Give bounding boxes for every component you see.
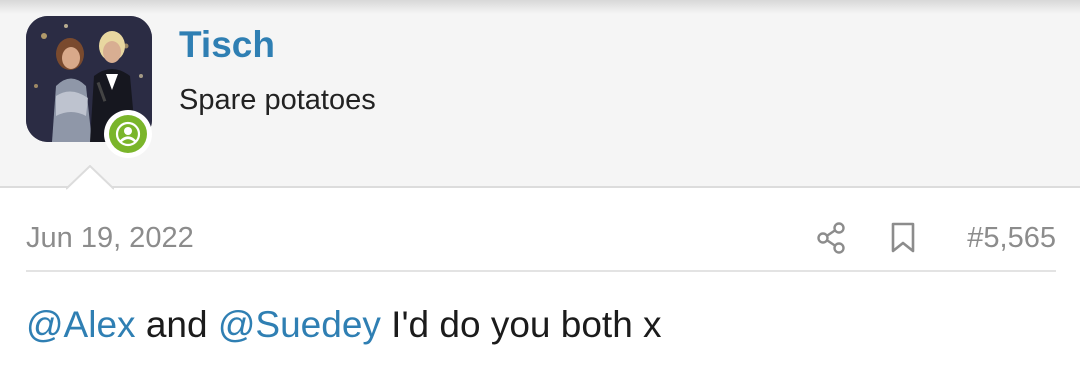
online-status-user-icon	[115, 121, 141, 147]
message-text: and	[135, 304, 218, 345]
bookmark-icon	[891, 222, 915, 253]
share-button[interactable]	[814, 220, 848, 256]
user-header: Tisch Spare potatoes	[0, 0, 1080, 190]
share-icon	[817, 222, 845, 254]
username-link[interactable]: Tisch	[179, 24, 275, 66]
forum-post: Tisch Spare potatoes Jun 19, 2022 #5,565…	[0, 0, 1080, 383]
message-text: I'd do you both x	[380, 304, 662, 345]
mention-link-suedey[interactable]: @Suedey	[218, 304, 381, 345]
header-pointer-arrow	[66, 165, 114, 190]
user-title: Spare potatoes	[179, 84, 376, 116]
message-meta: Jun 19, 2022 #5,565	[26, 214, 1056, 272]
bookmark-button[interactable]	[886, 220, 920, 256]
mention-link-alex[interactable]: @Alex	[26, 304, 136, 345]
online-status-badge	[104, 110, 152, 158]
post-date-link[interactable]: Jun 19, 2022	[26, 222, 194, 255]
post-number-link[interactable]: #5,565	[967, 222, 1056, 255]
message-body: @Alex and @Suedey I'd do you both x	[26, 304, 662, 346]
